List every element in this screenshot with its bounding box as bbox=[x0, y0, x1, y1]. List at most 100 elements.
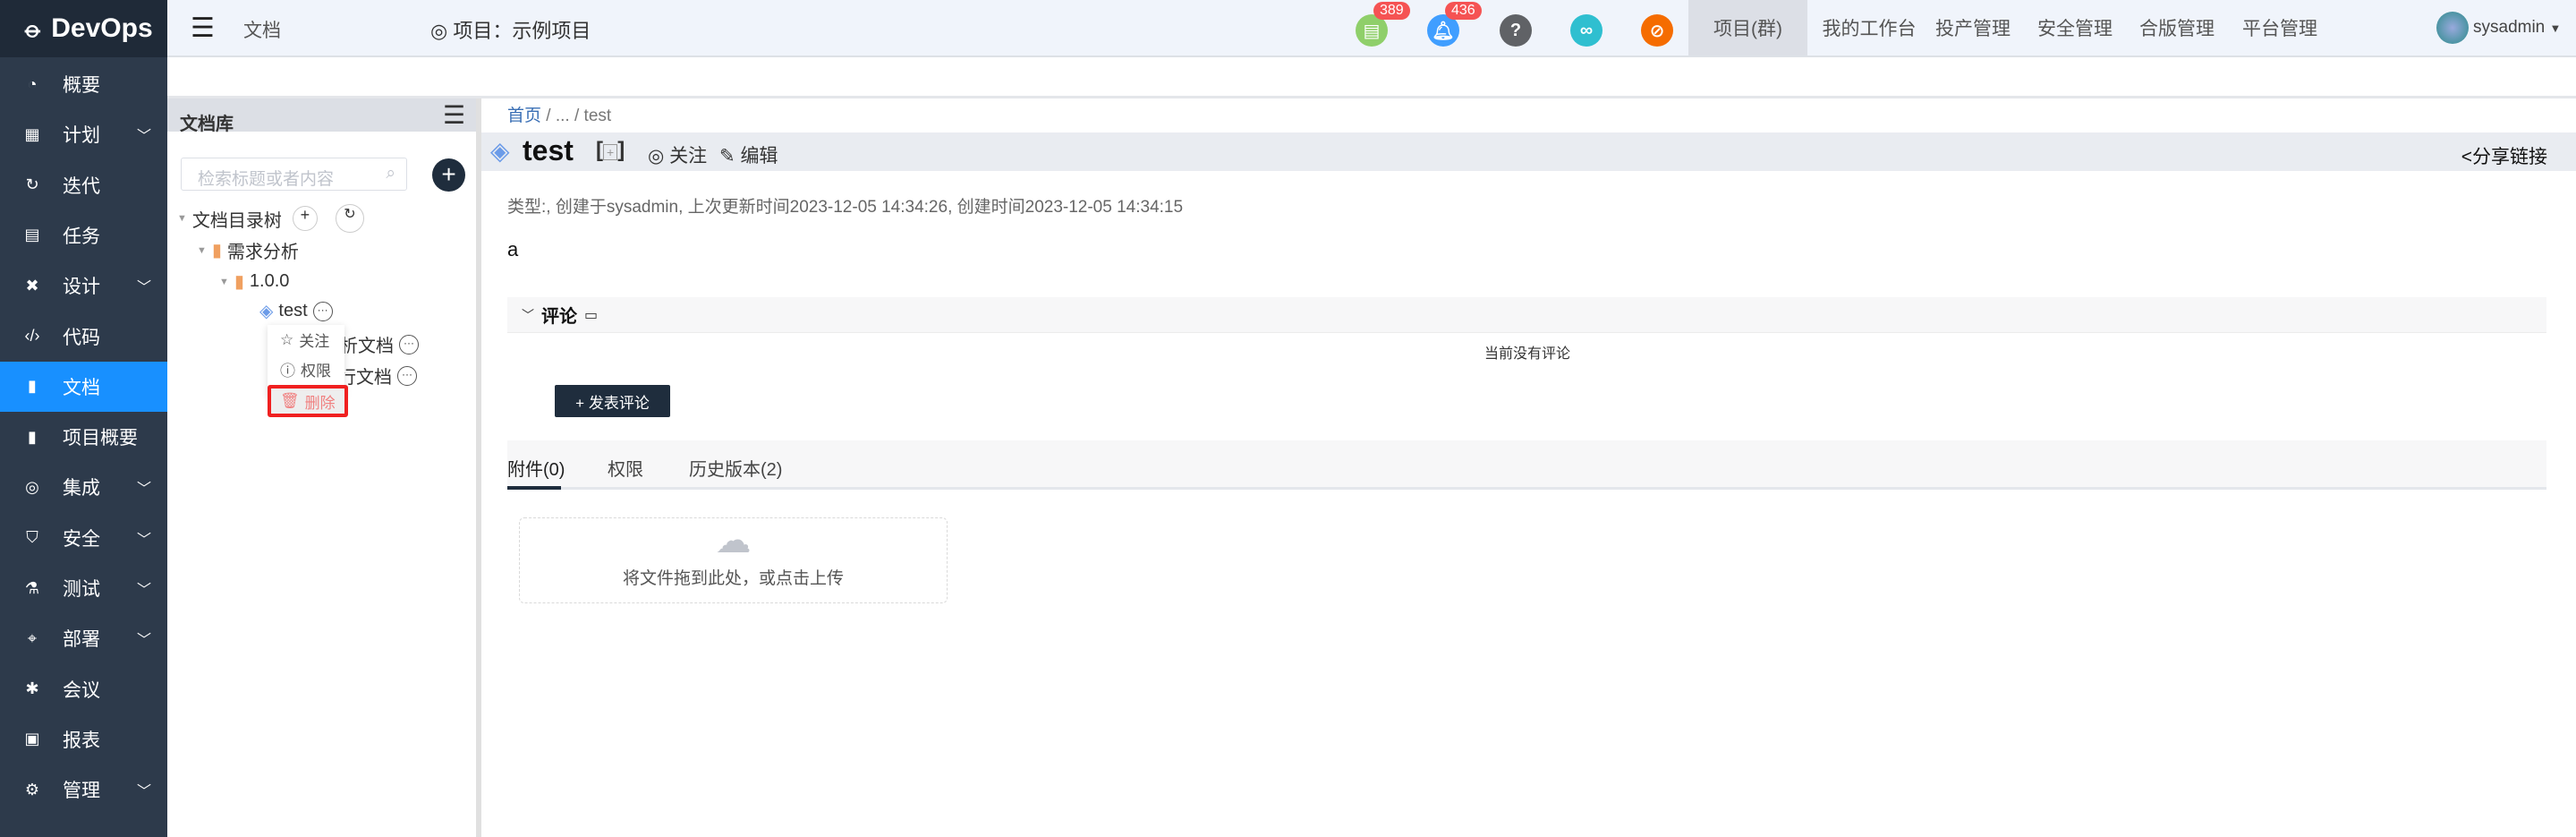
link-icon[interactable]: ∞ bbox=[1570, 14, 1603, 47]
sidebar-item[interactable]: ⚙ 管理 ﹀ bbox=[0, 764, 167, 815]
sidebar-item[interactable]: ✖ 设计 ﹀ bbox=[0, 260, 167, 311]
project-selector[interactable]: ◎ 项目：示例项目 bbox=[430, 15, 591, 44]
doc-icon: ▮ bbox=[28, 427, 37, 446]
hamburger-icon[interactable]: ☰ bbox=[191, 13, 215, 44]
sidebar-item-label: 会议 bbox=[63, 679, 100, 701]
deploy-icon: ⌖ bbox=[27, 628, 38, 647]
tab-history[interactable]: 历史版本(2) bbox=[689, 455, 782, 481]
plan-icon: ▦ bbox=[24, 124, 40, 143]
caret-icon: ▼ bbox=[177, 213, 187, 224]
sidebar-item[interactable]: ▮ 文档 bbox=[0, 361, 167, 412]
more-icon[interactable]: ··· bbox=[312, 301, 333, 321]
code-icon: ‹/› bbox=[24, 327, 40, 345]
share-link-button[interactable]: <分享链接 bbox=[2461, 142, 2547, 169]
block-icon[interactable]: ⊘ bbox=[1641, 14, 1673, 47]
dashboard-icon: ◔ bbox=[27, 74, 38, 93]
doc-meta: 类型:, 创建于sysadmin, 上次更新时间2023-12-05 14:34… bbox=[507, 198, 1184, 217]
page-label: 文档 bbox=[243, 21, 281, 41]
sidebar-item-label: 集成 bbox=[63, 478, 100, 500]
more-icon[interactable]: ··· bbox=[397, 365, 417, 386]
follow-button[interactable]: ◎ 关注 bbox=[648, 141, 707, 168]
user-menu[interactable]: sysadmin ▼ bbox=[2473, 18, 2561, 38]
layers-icon: ◈ bbox=[490, 137, 510, 165]
chevron-down-icon: ﹀ bbox=[136, 633, 151, 649]
comments-header[interactable]: ﹀ 评论 ▭ bbox=[507, 297, 2546, 333]
sidebar-item[interactable]: ▮ 项目概要 bbox=[0, 412, 167, 462]
expand-toggle[interactable]: [+] bbox=[596, 138, 625, 163]
sidebar-item[interactable]: ▦ 计划 ﹀ bbox=[0, 109, 167, 159]
iteration-icon: ↻ bbox=[25, 175, 39, 194]
sub-header bbox=[167, 57, 2576, 98]
caret-down-icon: ▼ bbox=[2549, 21, 2562, 35]
nav-platform[interactable]: 平台管理 bbox=[2228, 0, 2332, 56]
nav-workbench[interactable]: 我的工作台 bbox=[1814, 0, 1925, 56]
sidebar-item[interactable]: ▤ 任务 bbox=[0, 210, 167, 260]
doc-title-bar: ◈ test [+] ◎ 关注 ✎ 编辑 <分享链接 bbox=[481, 132, 2576, 171]
sidebar-item-label: 管理 bbox=[63, 781, 100, 802]
sidebar-item[interactable]: ‹/› 代码 bbox=[0, 312, 167, 362]
sidebar-item-label: 概要 bbox=[63, 75, 100, 96]
tab-permissions[interactable]: 权限 bbox=[608, 455, 643, 481]
tree-folder[interactable]: ▼ ▮ 需求分析 bbox=[197, 237, 299, 263]
bell-icon[interactable]: 🔔︎ 436 bbox=[1427, 2, 1482, 47]
star-icon: ☆ bbox=[280, 330, 294, 348]
sidebar-item-label: 计划 bbox=[63, 125, 100, 147]
upload-dropzone[interactable]: ☁ 将文件拖到此处，或点击上传 bbox=[519, 517, 948, 603]
avatar[interactable] bbox=[2436, 12, 2469, 44]
pencil-icon: ✎ bbox=[719, 146, 741, 167]
sidebar-item[interactable]: ⌖ 部署 ﹀ bbox=[0, 613, 167, 663]
sidebar-item-label: 报表 bbox=[63, 730, 100, 751]
breadcrumb-ellipsis[interactable]: ... bbox=[556, 107, 570, 125]
doc-title: test bbox=[523, 134, 574, 167]
breadcrumb: 首页 / ... / test bbox=[507, 107, 612, 125]
post-comment-button[interactable]: + 发表评论 bbox=[555, 385, 670, 417]
document-icon: ▮ bbox=[28, 377, 37, 396]
chevron-down-icon: ﹀ bbox=[136, 784, 151, 800]
menu-icon[interactable]: ☰ bbox=[443, 100, 465, 130]
add-icon[interactable]: + bbox=[292, 206, 318, 231]
nav-merge[interactable]: 合版管理 bbox=[2125, 0, 2229, 56]
sidebar-item[interactable]: ▣ 报表 bbox=[0, 714, 167, 764]
eye-icon: ◎ bbox=[430, 20, 454, 42]
sidebar-item[interactable]: ◎ 集成 ﹀ bbox=[0, 462, 167, 512]
nav-release[interactable]: 投产管理 bbox=[1921, 0, 2025, 56]
edit-button[interactable]: ✎ 编辑 bbox=[719, 141, 778, 168]
nav-project-group[interactable]: 项目(群) bbox=[1688, 0, 1807, 56]
menu-follow[interactable]: ☆ 关注 bbox=[268, 325, 344, 354]
logo[interactable]: ⦵ DevOps bbox=[0, 0, 167, 57]
menu-permission[interactable]: ⓘ 权限 bbox=[268, 354, 344, 384]
doc-tabs: 附件(0) 权限 历史版本(2) bbox=[507, 440, 2546, 490]
sidebar-item-label: 安全 bbox=[63, 528, 100, 550]
help-icon[interactable]: ? bbox=[1500, 14, 1532, 47]
sidebar-item[interactable]: ⚗ 测试 ﹀ bbox=[0, 563, 167, 613]
chevron-down-icon: ﹀ bbox=[136, 129, 151, 145]
refresh-icon[interactable]: ↻ bbox=[335, 204, 364, 233]
sidebar-item-label: 任务 bbox=[63, 226, 100, 247]
sidebar-item[interactable]: ✱ 会议 bbox=[0, 664, 167, 714]
more-icon[interactable]: ··· bbox=[399, 334, 419, 354]
tree-root[interactable]: ▼ 文档目录树 + ↻ bbox=[177, 204, 364, 233]
sidebar-item[interactable]: ↻ 迭代 bbox=[0, 160, 167, 210]
tree-version[interactable]: ▼ ▮ 1.0.0 bbox=[219, 270, 289, 293]
chevron-down-icon: ﹀ bbox=[136, 482, 151, 498]
search-input[interactable]: 检索标题或者内容 ⌕ bbox=[181, 158, 407, 191]
add-doc-button[interactable]: + bbox=[432, 158, 465, 192]
sidebar-item-label: 代码 bbox=[63, 327, 100, 348]
sidebar-item[interactable]: ◔ 概要 bbox=[0, 59, 167, 109]
menu-delete[interactable]: 🗑︎ 删除 bbox=[268, 385, 348, 417]
breadcrumb-home[interactable]: 首页 bbox=[507, 107, 541, 125]
nav-security[interactable]: 安全管理 bbox=[2023, 0, 2127, 56]
sidebar-item[interactable]: ⛉ 安全 ﹀ bbox=[0, 513, 167, 563]
tree-doc-test[interactable]: ◈ test ··· bbox=[259, 300, 333, 322]
sidebar-item-label: 设计 bbox=[63, 277, 100, 298]
meeting-icon: ✱ bbox=[25, 679, 39, 698]
chevron-down-icon: ﹀ bbox=[136, 280, 151, 296]
no-comments-text: 当前没有评论 bbox=[1484, 346, 1570, 362]
share-icon: < bbox=[2461, 147, 2472, 167]
sidebar-item-label: 部署 bbox=[63, 629, 100, 651]
docs-icon[interactable]: ▤ 389 bbox=[1356, 2, 1410, 47]
tab-attachments[interactable]: 附件(0) bbox=[507, 455, 565, 481]
tree-doc[interactable]: 行文档 ··· bbox=[338, 363, 417, 389]
panel-scrollbar[interactable] bbox=[476, 98, 481, 837]
caret-icon: ▼ bbox=[219, 276, 229, 287]
